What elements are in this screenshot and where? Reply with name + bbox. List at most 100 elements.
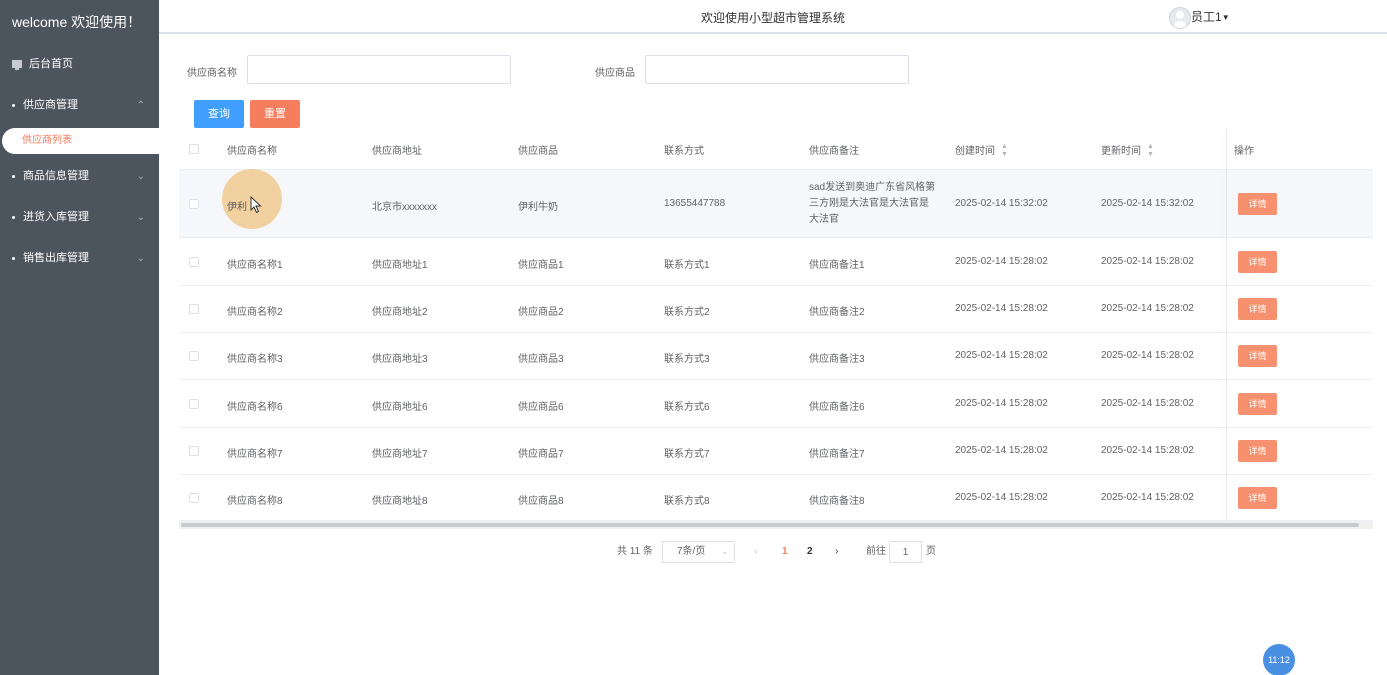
cell-contact: 联系方式8	[664, 496, 710, 507]
detail-button[interactable]: 详情	[1238, 487, 1277, 509]
cell-remark: 供应商备注1	[809, 260, 865, 271]
row-checkbox[interactable]	[189, 399, 199, 409]
sort-icon[interactable]: ▲ ▼	[1147, 143, 1154, 159]
clock-badge: 11:12	[1263, 644, 1295, 675]
detail-button[interactable]: 详情	[1238, 440, 1277, 462]
cell-name: 供应商名称2	[227, 307, 283, 318]
cell-address: 供应商地址6	[372, 402, 428, 413]
detail-button[interactable]: 详情	[1238, 251, 1277, 273]
detail-button[interactable]: 详情	[1238, 298, 1277, 320]
cell-remark: 供应商备注3	[809, 354, 865, 365]
page-number-current[interactable]: 1	[782, 541, 788, 563]
bullet-icon	[12, 215, 15, 219]
supplier-table: 供应商名称 供应商地址 供应商品 联系方式 供应商备注 创建时间 ▲ ▼ 更新时间 ▲…	[179, 128, 1373, 521]
cell-created: 2025-02-14 15:28:02	[955, 398, 1048, 409]
sidebar-item-sales-out-mgmt[interactable]: 销售出库管理 ⌄	[0, 238, 159, 279]
user-menu[interactable]: 员工1▼	[1169, 6, 1230, 30]
cell-name: 供应商名称3	[227, 354, 283, 365]
cell-updated: 2025-02-14 15:28:02	[1101, 350, 1194, 361]
cell-created: 2025-02-14 15:28:02	[955, 445, 1048, 456]
sidebar-item-label: 后台首页	[29, 58, 73, 70]
reset-button[interactable]: 重置	[250, 100, 300, 128]
chevron-down-icon: ⌄	[136, 171, 145, 182]
sidebar-item-label: 销售出库管理	[23, 252, 89, 264]
cell-name: 供应商名称7	[227, 449, 283, 460]
cell-remark: 供应商备注2	[809, 307, 865, 318]
cell-contact: 联系方式6	[664, 402, 710, 413]
page-number[interactable]: 2	[807, 541, 813, 563]
column-header: 联系方式	[664, 146, 704, 157]
sidebar-item-label: 进货入库管理	[23, 211, 89, 223]
sidebar-item-home[interactable]: 后台首页	[0, 44, 159, 85]
table-row[interactable]: 供应商名称7 供应商地址7 供应商品7 联系方式7 供应商备注7 2025-02…	[179, 428, 1373, 475]
goto-page-input[interactable]	[889, 541, 922, 563]
select-all-checkbox[interactable]	[189, 144, 199, 154]
goto-label: 前往	[866, 546, 886, 557]
bullet-icon	[12, 174, 15, 178]
sidebar-item-goods-mgmt[interactable]: 商品信息管理 ⌄	[0, 156, 159, 197]
top-header: 欢迎使用小型超市管理系统 员工1▼	[159, 0, 1387, 34]
cell-goods: 伊利牛奶	[518, 202, 558, 213]
supplier-goods-input[interactable]	[645, 55, 909, 84]
cell-updated: 2025-02-14 15:28:02	[1101, 492, 1194, 503]
row-checkbox[interactable]	[189, 493, 199, 503]
column-header-sortable[interactable]: 更新时间 ▲ ▼	[1101, 142, 1154, 159]
page-size-select[interactable]: 7条/页 ⌄	[662, 541, 735, 563]
cell-name: 供应商名称1	[227, 260, 283, 271]
cell-goods: 供应商品8	[518, 496, 564, 507]
row-checkbox[interactable]	[189, 446, 199, 456]
column-header: 供应商地址	[372, 146, 422, 157]
cell-name: 供应商名称8	[227, 496, 283, 507]
table-row[interactable]: 伊利 北京市xxxxxxx 伊利牛奶 13655447788 sad发送到奥迪广…	[179, 170, 1373, 238]
table-header: 供应商名称 供应商地址 供应商品 联系方式 供应商备注 创建时间 ▲ ▼ 更新时间 ▲…	[179, 128, 1373, 170]
row-checkbox[interactable]	[189, 199, 199, 209]
column-header: 供应商备注	[809, 146, 859, 157]
table-row[interactable]: 供应商名称8 供应商地址8 供应商品8 联系方式8 供应商备注8 2025-02…	[179, 475, 1373, 521]
chevron-down-icon: ⌄	[721, 547, 728, 556]
cell-created: 2025-02-14 15:28:02	[955, 256, 1048, 267]
cell-updated: 2025-02-14 15:28:02	[1101, 303, 1194, 314]
chevron-up-icon: ⌃	[136, 100, 145, 111]
page-size-value: 7条/页	[677, 546, 706, 557]
cell-goods: 供应商品2	[518, 307, 564, 318]
prev-page-icon[interactable]: ‹	[754, 541, 757, 563]
mouse-cursor-icon	[250, 196, 262, 214]
sidebar-item-supplier-list[interactable]: 供应商列表	[2, 128, 159, 154]
cell-contact: 联系方式7	[664, 449, 710, 460]
sidebar-item-stock-in-mgmt[interactable]: 进货入库管理 ⌄	[0, 197, 159, 238]
query-button[interactable]: 查询	[194, 100, 244, 128]
cell-created: 2025-02-14 15:28:02	[955, 350, 1048, 361]
column-header-sortable[interactable]: 创建时间 ▲ ▼	[955, 142, 1008, 159]
table-row[interactable]: 供应商名称3 供应商地址3 供应商品3 联系方式3 供应商备注3 2025-02…	[179, 333, 1373, 380]
row-checkbox[interactable]	[189, 304, 199, 314]
scrollbar-thumb[interactable]	[181, 523, 1359, 527]
horizontal-scrollbar[interactable]	[179, 521, 1373, 529]
cell-remark: 供应商备注7	[809, 449, 865, 460]
column-header-label: 更新时间	[1101, 146, 1141, 157]
bullet-icon	[12, 256, 15, 260]
cell-goods: 供应商品7	[518, 449, 564, 460]
user-name: 员工1	[1191, 10, 1222, 24]
cell-goods: 供应商品3	[518, 354, 564, 365]
caret-down-icon: ▼	[1221, 12, 1230, 22]
table-row[interactable]: 供应商名称6 供应商地址6 供应商品6 联系方式6 供应商备注6 2025-02…	[179, 380, 1373, 428]
supplier-goods-label: 供应商品	[595, 68, 635, 79]
sidebar-item-supplier-mgmt[interactable]: 供应商管理 ⌃	[0, 85, 159, 126]
detail-button[interactable]: 详情	[1238, 393, 1277, 415]
column-header: 供应商名称	[227, 146, 277, 157]
row-checkbox[interactable]	[189, 351, 199, 361]
row-checkbox[interactable]	[189, 257, 199, 267]
monitor-icon	[12, 60, 22, 71]
detail-button[interactable]: 详情	[1238, 345, 1277, 367]
table-row[interactable]: 供应商名称2 供应商地址2 供应商品2 联系方式2 供应商备注2 2025-02…	[179, 286, 1373, 333]
table-row[interactable]: 供应商名称1 供应商地址1 供应商品1 联系方式1 供应商备注1 2025-02…	[179, 238, 1373, 286]
next-page-icon[interactable]: ›	[835, 541, 838, 563]
supplier-name-label: 供应商名称	[187, 68, 237, 79]
detail-button[interactable]: 详情	[1238, 193, 1277, 215]
cell-name: 供应商名称6	[227, 402, 283, 413]
cell-goods: 供应商品1	[518, 260, 564, 271]
sidebar-item-label: 商品信息管理	[23, 170, 89, 182]
supplier-name-input[interactable]	[247, 55, 511, 84]
sort-icon[interactable]: ▲ ▼	[1001, 143, 1008, 159]
cell-remark: 供应商备注6	[809, 402, 865, 413]
